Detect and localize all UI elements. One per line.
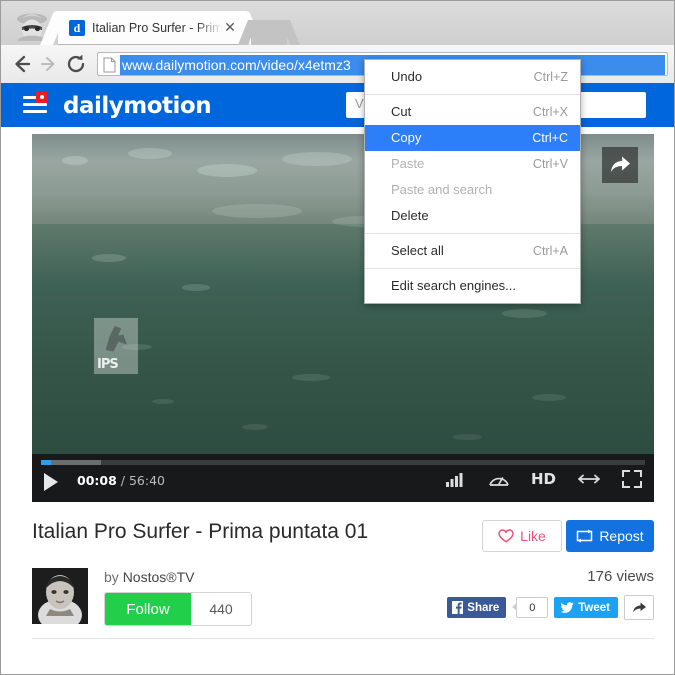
tab-title: Italian Pro Surfer - Prima p bbox=[92, 21, 222, 35]
twitter-tweet-label: Tweet bbox=[578, 601, 610, 614]
menu-separator bbox=[365, 94, 580, 95]
duration: 56:40 bbox=[128, 473, 165, 488]
hd-quality-button[interactable]: HD bbox=[531, 470, 556, 488]
progress-played bbox=[41, 460, 51, 465]
context-menu-item-paste: Paste Ctrl+V bbox=[365, 151, 580, 177]
player-right-controls: HD bbox=[445, 470, 642, 488]
facebook-icon bbox=[452, 601, 464, 614]
author-row: by Nostos®TV Follow 440 176 views Share … bbox=[32, 568, 654, 639]
facebook-share-count[interactable]: 0 bbox=[512, 597, 549, 618]
site-search-placeholder: V bbox=[355, 96, 364, 111]
facebook-share-button[interactable]: Share bbox=[447, 597, 507, 618]
menu-label: Edit search engines... bbox=[391, 278, 517, 293]
time-separator: / bbox=[116, 473, 129, 488]
context-menu-item-copy[interactable]: Copy Ctrl+C bbox=[365, 125, 580, 151]
volume-icon[interactable] bbox=[445, 471, 467, 487]
ips-watermark: IPS bbox=[94, 318, 138, 374]
author-byline: by Nostos®TV bbox=[104, 569, 194, 585]
context-menu-item-edit-search-engines[interactable]: Edit search engines... bbox=[365, 273, 580, 299]
play-button[interactable] bbox=[44, 473, 58, 491]
context-menu-item-select-all[interactable]: Select all Ctrl+A bbox=[365, 238, 580, 264]
page-title: Italian Pro Surfer - Prima puntata 01 bbox=[32, 520, 369, 543]
context-menu-item-paste-and-search: Paste and search bbox=[365, 177, 580, 203]
menu-label: Select all bbox=[391, 243, 444, 258]
watermark-label: IPS bbox=[97, 357, 119, 372]
view-count: 176 views bbox=[587, 568, 654, 585]
menu-separator bbox=[365, 268, 580, 269]
resize-arrows-icon[interactable] bbox=[577, 472, 601, 486]
avatar[interactable] bbox=[32, 568, 88, 624]
player-controls: 00:08 / 56:40 HD bbox=[32, 454, 654, 502]
menu-accelerator: Ctrl+V bbox=[532, 157, 568, 171]
progress-bar[interactable] bbox=[41, 460, 645, 465]
current-time: 00:08 bbox=[77, 473, 117, 488]
twitter-bird-icon bbox=[560, 601, 574, 613]
browser-window: d Italian Pro Surfer - Prima p ✕ www.dai… bbox=[0, 0, 675, 675]
follow-control: Follow 440 bbox=[104, 592, 252, 626]
menu-accelerator: Ctrl+X bbox=[532, 105, 568, 119]
context-menu-item-undo[interactable]: Undo Ctrl+Z bbox=[365, 64, 580, 90]
follow-button[interactable]: Follow bbox=[105, 593, 191, 625]
fullscreen-icon[interactable] bbox=[622, 470, 642, 488]
menu-accelerator: Ctrl+Z bbox=[533, 70, 568, 84]
surfer-silhouette-icon bbox=[105, 326, 127, 352]
video-share-overlay-icon[interactable] bbox=[602, 147, 638, 183]
menu-label: Paste and search bbox=[391, 182, 493, 197]
share-arrow-icon bbox=[632, 602, 646, 613]
author-name[interactable]: Nostos®TV bbox=[123, 569, 195, 585]
page-document-icon bbox=[103, 57, 116, 73]
menu-accelerator: Ctrl+A bbox=[532, 244, 568, 258]
context-menu-item-cut[interactable]: Cut Ctrl+X bbox=[365, 99, 580, 125]
like-button[interactable]: Like bbox=[482, 520, 562, 552]
menu-label: Cut bbox=[391, 104, 412, 119]
heart-icon bbox=[498, 529, 514, 543]
menu-label: Copy bbox=[391, 130, 422, 145]
like-label: Like bbox=[520, 528, 546, 544]
menu-accelerator: Ctrl+C bbox=[532, 131, 568, 145]
new-tab-button[interactable] bbox=[251, 20, 287, 45]
menu-label: Delete bbox=[391, 208, 429, 223]
video-title-row: Italian Pro Surfer - Prima puntata 01 Li… bbox=[32, 520, 654, 554]
forward-arrow-icon bbox=[37, 53, 61, 75]
dailymotion-logo[interactable]: dailymotion bbox=[63, 93, 212, 119]
browser-tab[interactable]: d Italian Pro Surfer - Prima p ✕ bbox=[58, 11, 245, 45]
follow-count[interactable]: 440 bbox=[191, 593, 251, 625]
share-more-button[interactable] bbox=[624, 595, 654, 620]
repost-icon bbox=[577, 529, 593, 543]
close-icon[interactable]: ✕ bbox=[223, 20, 237, 34]
context-menu-item-delete[interactable]: Delete bbox=[365, 203, 580, 229]
menu-hamburger-icon[interactable] bbox=[23, 92, 47, 114]
reload-icon[interactable] bbox=[65, 53, 89, 75]
facebook-share-label: Share bbox=[467, 601, 500, 614]
repost-label: Repost bbox=[599, 528, 644, 544]
time-display: 00:08 / 56:40 bbox=[77, 473, 165, 488]
speed-gauge-icon[interactable] bbox=[488, 470, 510, 488]
tab-strip: d Italian Pro Surfer - Prima p ✕ bbox=[1, 1, 674, 45]
author-prefix: by bbox=[104, 569, 123, 585]
menu-label: Undo bbox=[391, 69, 423, 84]
menu-separator bbox=[365, 233, 580, 234]
context-menu[interactable]: Undo Ctrl+Z Cut Ctrl+X Copy Ctrl+C Paste… bbox=[364, 59, 581, 304]
repost-button[interactable]: Repost bbox=[566, 520, 654, 552]
social-share-row: Share 0 Tweet bbox=[447, 595, 654, 620]
tab-favicon: d bbox=[69, 20, 85, 36]
twitter-tweet-button[interactable]: Tweet bbox=[554, 597, 618, 618]
back-arrow-icon[interactable] bbox=[10, 53, 34, 75]
menu-label: Paste bbox=[391, 156, 425, 171]
